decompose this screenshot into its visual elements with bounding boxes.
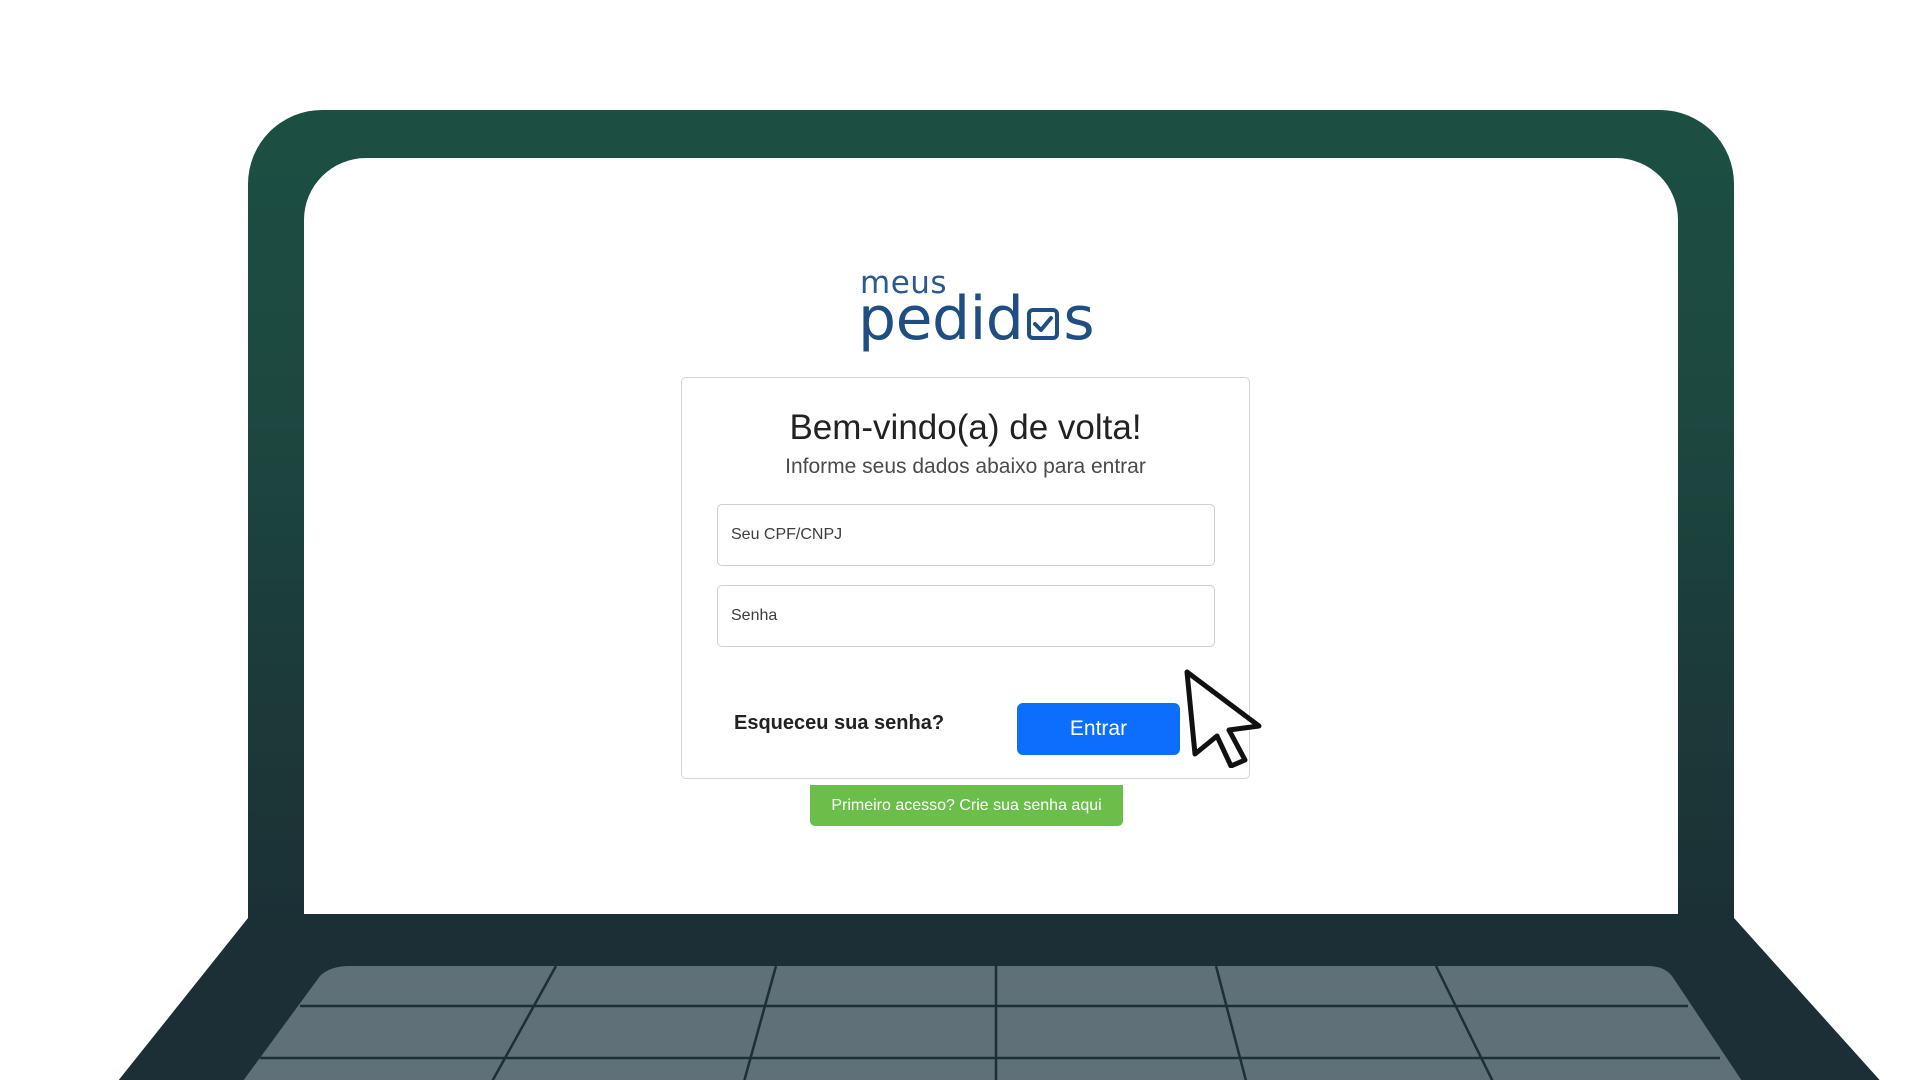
- laptop-screen: meus pedid s Bem-vindo(a) de volta! Info…: [304, 158, 1678, 914]
- cpf-cnpj-input[interactable]: [717, 504, 1215, 566]
- forgot-password-link[interactable]: Esqueceu sua senha?: [734, 712, 944, 735]
- logo-main-end: s: [1063, 284, 1095, 354]
- logo-main: pedid s: [858, 284, 1095, 354]
- first-access-button[interactable]: Primeiro acesso? Crie sua senha aqui: [810, 785, 1123, 826]
- brand-logo: meus pedid s: [858, 268, 1095, 360]
- logo-main-start: pedid: [858, 284, 1024, 354]
- login-button[interactable]: Entrar: [1017, 703, 1180, 755]
- login-card: Bem-vindo(a) de volta! Informe seus dado…: [681, 377, 1250, 779]
- mouse-pointer-icon: [1184, 669, 1262, 768]
- password-input[interactable]: [717, 585, 1215, 647]
- keyboard: [243, 965, 1742, 1080]
- login-subtitle: Informe seus dados abaixo para entrar: [785, 455, 1146, 478]
- login-title: Bem-vindo(a) de volta!: [789, 408, 1142, 447]
- check-square-icon: [1027, 308, 1060, 340]
